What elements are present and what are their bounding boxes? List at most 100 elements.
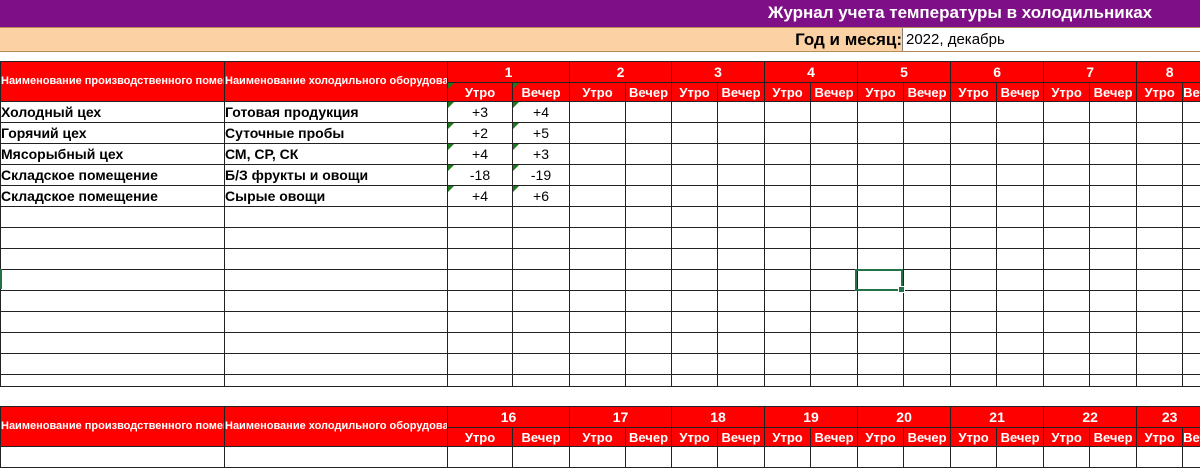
- equipment-cell[interactable]: Б/З фрукты и овощи: [224, 164, 448, 186]
- temp-cell[interactable]: [1136, 206, 1184, 228]
- temp-cell[interactable]: [1089, 332, 1138, 354]
- temp-cell[interactable]: [1043, 164, 1091, 186]
- temp-cell[interactable]: [569, 311, 627, 333]
- equipment-cell[interactable]: Сырые овощи: [224, 185, 448, 207]
- temp-cell[interactable]: [1043, 206, 1091, 228]
- temp-cell[interactable]: [511, 206, 571, 228]
- temp-cell[interactable]: [625, 101, 673, 123]
- header-day[interactable]: 23: [1136, 406, 1200, 428]
- temp-cell[interactable]: [671, 353, 719, 375]
- temp-cell[interactable]: [1043, 374, 1091, 387]
- header-day[interactable]: 18: [671, 406, 766, 428]
- temp-cell[interactable]: [996, 248, 1045, 270]
- header-evening[interactable]: Вечер: [511, 82, 571, 102]
- temp-cell[interactable]: [625, 446, 673, 468]
- temp-cell[interactable]: [671, 332, 719, 354]
- temp-cell[interactable]: [1182, 248, 1200, 270]
- temp-cell[interactable]: [903, 206, 952, 228]
- temp-cell[interactable]: [1136, 227, 1184, 249]
- temp-cell[interactable]: [857, 206, 905, 228]
- temp-cell[interactable]: [1043, 143, 1091, 165]
- temp-cell[interactable]: [903, 311, 952, 333]
- temp-cell[interactable]: [903, 332, 952, 354]
- area-cell[interactable]: [0, 206, 225, 228]
- temp-cell[interactable]: [569, 164, 627, 186]
- area-cell[interactable]: [0, 374, 225, 387]
- header-evening[interactable]: Вечер: [625, 82, 673, 102]
- temp-cell[interactable]: [447, 269, 513, 291]
- temp-cell[interactable]: [950, 122, 998, 144]
- temp-cell[interactable]: [1136, 101, 1184, 123]
- temp-cell[interactable]: [1089, 248, 1138, 270]
- temp-cell[interactable]: [511, 269, 571, 291]
- header-morning[interactable]: Утро: [671, 427, 719, 447]
- temp-cell[interactable]: [764, 269, 812, 291]
- temp-cell[interactable]: [857, 311, 905, 333]
- temp-cell[interactable]: [671, 290, 719, 312]
- temp-cell[interactable]: [996, 290, 1045, 312]
- header-morning[interactable]: Утро: [857, 427, 905, 447]
- temp-cell[interactable]: [764, 353, 812, 375]
- temp-cell[interactable]: [996, 446, 1045, 468]
- header-morning[interactable]: Утро: [1136, 427, 1184, 447]
- temp-cell[interactable]: +5: [511, 122, 571, 144]
- temp-cell[interactable]: [1136, 446, 1184, 468]
- header-evening[interactable]: Вечер: [717, 82, 766, 102]
- temp-cell[interactable]: [671, 374, 719, 387]
- header-day[interactable]: 1: [446, 61, 571, 83]
- temp-cell[interactable]: [717, 122, 766, 144]
- temp-cell[interactable]: [625, 143, 673, 165]
- temp-cell[interactable]: [857, 290, 905, 312]
- temp-cell[interactable]: [810, 227, 859, 249]
- temp-cell[interactable]: [764, 311, 812, 333]
- header-evening[interactable]: Вечер: [903, 82, 952, 102]
- temp-cell[interactable]: [810, 122, 859, 144]
- temp-cell[interactable]: [996, 332, 1045, 354]
- temp-cell[interactable]: [1089, 227, 1138, 249]
- header-evening[interactable]: Вечер: [810, 82, 859, 102]
- temp-cell[interactable]: [717, 332, 766, 354]
- temp-cell[interactable]: [950, 446, 998, 468]
- temp-cell[interactable]: [625, 269, 673, 291]
- temp-cell[interactable]: [1089, 353, 1138, 375]
- temp-cell[interactable]: [717, 206, 766, 228]
- temp-cell[interactable]: [569, 446, 627, 468]
- temp-cell[interactable]: [764, 101, 812, 123]
- temp-cell[interactable]: [569, 374, 627, 387]
- temp-cell[interactable]: [764, 164, 812, 186]
- temp-cell[interactable]: [1043, 185, 1091, 207]
- header-fridge-equipment[interactable]: Наименование холодильного оборудования: [224, 61, 448, 102]
- temp-cell[interactable]: [447, 206, 513, 228]
- equipment-cell[interactable]: [224, 374, 448, 387]
- temp-cell[interactable]: [625, 185, 673, 207]
- temp-cell[interactable]: [1136, 374, 1184, 387]
- temp-cell[interactable]: [903, 185, 952, 207]
- temp-cell[interactable]: [1089, 446, 1138, 468]
- temp-cell[interactable]: [857, 353, 905, 375]
- header-day[interactable]: 19: [764, 406, 859, 428]
- temp-cell[interactable]: [671, 269, 719, 291]
- area-cell[interactable]: Мясорыбный цех: [0, 143, 225, 165]
- temp-cell[interactable]: [717, 446, 766, 468]
- temp-cell[interactable]: [903, 101, 952, 123]
- area-cell[interactable]: Складское помещение: [0, 185, 225, 207]
- temp-cell[interactable]: [950, 164, 998, 186]
- temp-cell[interactable]: [996, 311, 1045, 333]
- temp-cell[interactable]: [569, 248, 627, 270]
- temp-cell[interactable]: [764, 206, 812, 228]
- temp-cell[interactable]: [764, 332, 812, 354]
- temp-cell[interactable]: [447, 353, 513, 375]
- temp-cell[interactable]: [1136, 269, 1184, 291]
- area-cell[interactable]: [0, 227, 225, 249]
- equipment-cell[interactable]: [224, 227, 448, 249]
- header-morning[interactable]: Утро: [1043, 82, 1091, 102]
- temp-cell[interactable]: [671, 143, 719, 165]
- temp-cell[interactable]: [511, 248, 571, 270]
- temp-cell[interactable]: [810, 311, 859, 333]
- temp-cell[interactable]: [1089, 311, 1138, 333]
- temp-cell[interactable]: [1089, 122, 1138, 144]
- temp-cell[interactable]: [1136, 185, 1184, 207]
- temp-cell[interactable]: [857, 248, 905, 270]
- header-morning[interactable]: Утро: [764, 82, 812, 102]
- temp-cell[interactable]: [764, 122, 812, 144]
